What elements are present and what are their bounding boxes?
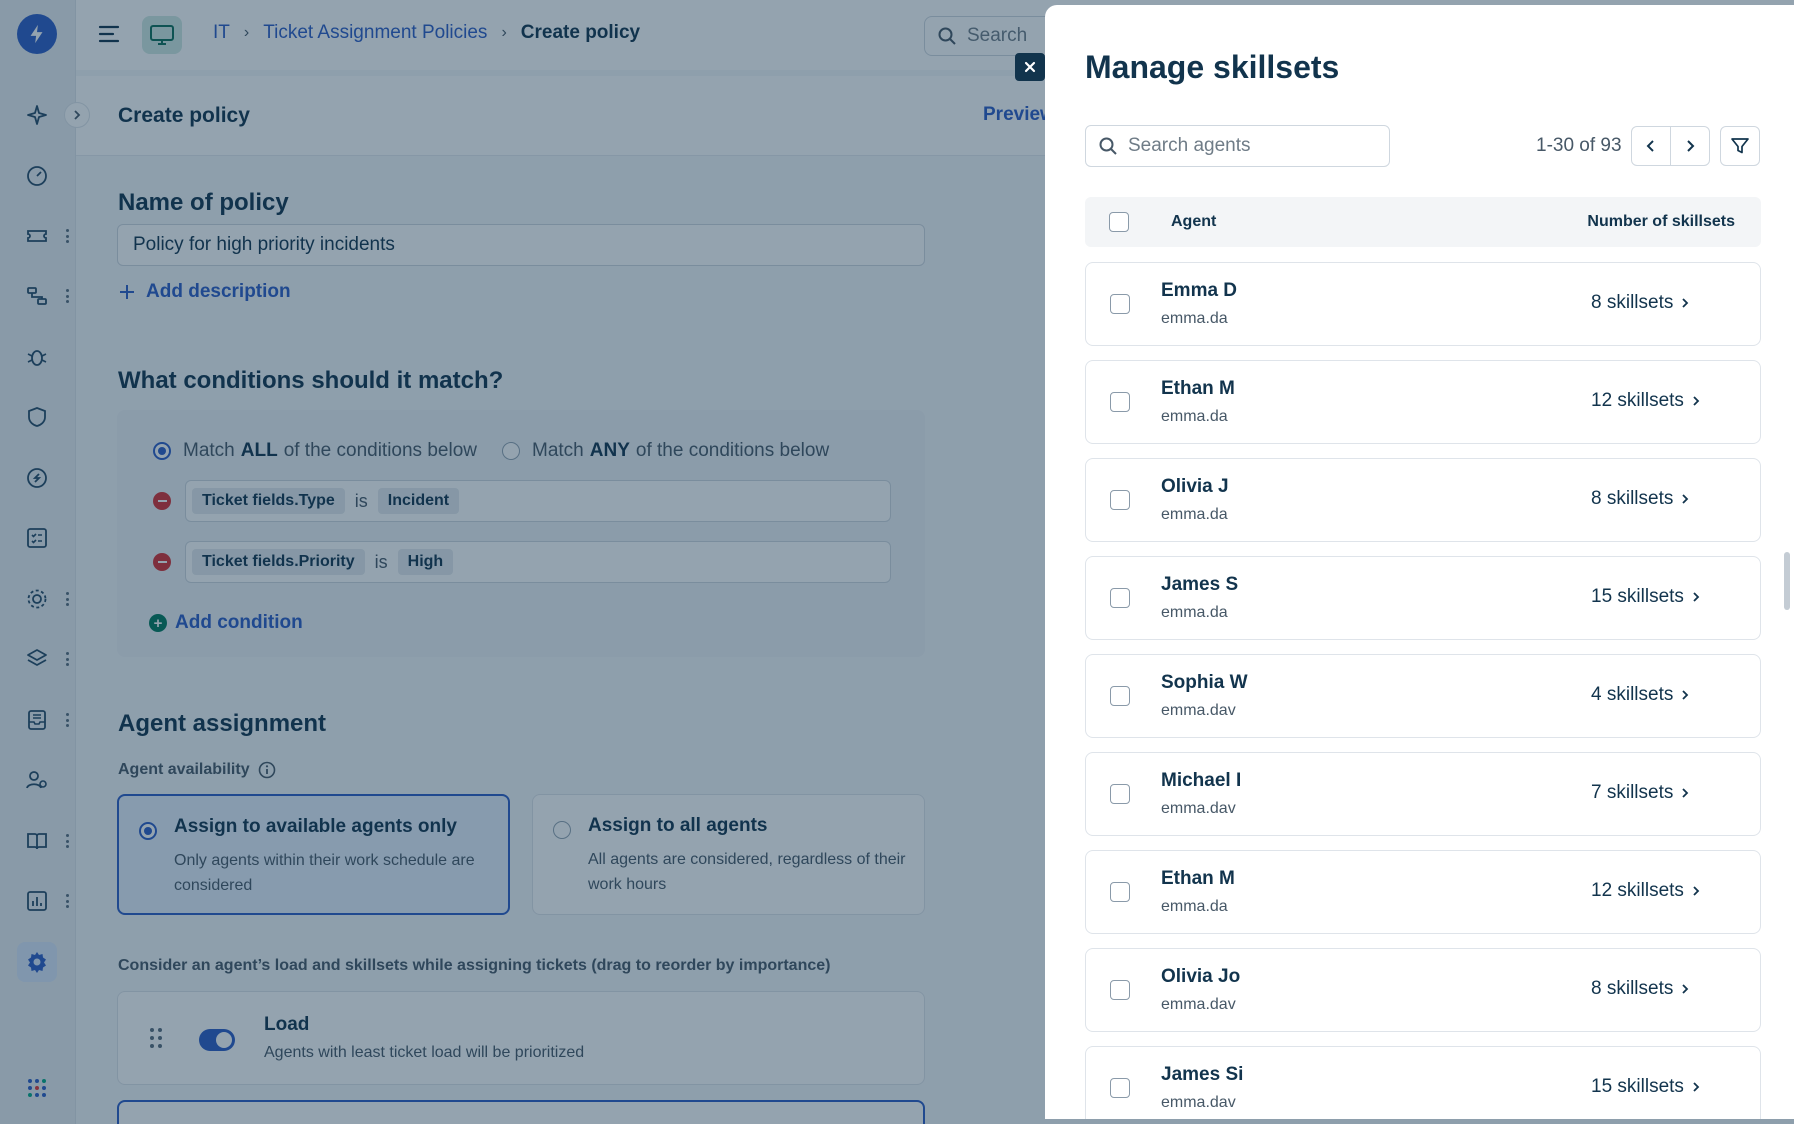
skillsets-link[interactable]: 4 skillsets xyxy=(1591,684,1689,706)
agent-name: James Si xyxy=(1161,1064,1244,1085)
skillsets-link[interactable]: 15 skillsets xyxy=(1591,1076,1700,1098)
table-row: Olivia Jo emma.dav 8 skillsets xyxy=(1085,948,1761,1032)
close-drawer-button[interactable] xyxy=(1015,53,1045,81)
skillsets-link[interactable]: 8 skillsets xyxy=(1591,292,1689,314)
skillsets-count: 15 skillsets xyxy=(1591,586,1684,607)
table-row: Olivia J emma.da 8 skillsets xyxy=(1085,458,1761,542)
agent-search-input[interactable] xyxy=(1128,135,1368,157)
select-all-checkbox[interactable] xyxy=(1109,212,1129,232)
agent-name: James S xyxy=(1161,574,1239,595)
row-checkbox[interactable] xyxy=(1110,882,1130,902)
chevron-right-icon xyxy=(1682,690,1689,700)
agent-name: Sophia W xyxy=(1161,672,1248,693)
table-row: James Si emma.dav 15 skillsets xyxy=(1085,1046,1761,1119)
manage-skillsets-drawer: Manage skillsets 1-30 of 93 Agent Number… xyxy=(1045,5,1794,1119)
agent-email: emma.da xyxy=(1161,506,1228,523)
skillsets-count: 8 skillsets xyxy=(1591,292,1674,313)
skillsets-count: 8 skillsets xyxy=(1591,488,1674,509)
table-row: James S emma.da 15 skillsets xyxy=(1085,556,1761,640)
chevron-left-icon xyxy=(1646,140,1654,152)
drawer-title: Manage skillsets xyxy=(1085,49,1340,85)
row-checkbox[interactable] xyxy=(1110,588,1130,608)
agent-name: Olivia J xyxy=(1161,476,1229,497)
agent-list: Emma D emma.da 8 skillsets Ethan M emma.… xyxy=(1085,262,1761,1119)
row-checkbox[interactable] xyxy=(1110,490,1130,510)
chevron-right-icon xyxy=(1682,494,1689,504)
agent-email: emma.da xyxy=(1161,408,1228,425)
skillsets-link[interactable]: 15 skillsets xyxy=(1591,586,1700,608)
skillsets-count: 4 skillsets xyxy=(1591,684,1674,705)
table-row: Sophia W emma.dav 4 skillsets xyxy=(1085,654,1761,738)
table-row: Ethan M emma.da 12 skillsets xyxy=(1085,850,1761,934)
agent-email: emma.dav xyxy=(1161,996,1236,1013)
agent-name: Michael I xyxy=(1161,770,1242,791)
column-skillset-count: Number of skillsets xyxy=(1587,213,1735,230)
skillsets-count: 12 skillsets xyxy=(1591,390,1684,411)
skillsets-count: 15 skillsets xyxy=(1591,1076,1684,1097)
chevron-right-icon xyxy=(1693,592,1700,602)
skillsets-link[interactable]: 8 skillsets xyxy=(1591,488,1689,510)
skillsets-count: 7 skillsets xyxy=(1591,782,1674,803)
chevron-right-icon xyxy=(1693,1082,1700,1092)
row-checkbox[interactable] xyxy=(1110,1078,1130,1098)
chevron-right-icon xyxy=(1687,140,1695,152)
agent-name: Ethan M xyxy=(1161,868,1235,889)
skillsets-link[interactable]: 12 skillsets xyxy=(1591,880,1700,902)
row-checkbox[interactable] xyxy=(1110,980,1130,1000)
skillsets-link[interactable]: 8 skillsets xyxy=(1591,978,1689,1000)
agent-name: Ethan M xyxy=(1161,378,1235,399)
skillsets-link[interactable]: 12 skillsets xyxy=(1591,390,1700,412)
close-icon xyxy=(1024,61,1036,73)
agent-name: Olivia Jo xyxy=(1161,966,1241,987)
agent-search-field[interactable] xyxy=(1085,125,1390,167)
chevron-right-icon xyxy=(1682,788,1689,798)
agent-name: Emma D xyxy=(1161,280,1238,301)
pagination-count: 1-30 of 93 xyxy=(1536,135,1622,156)
row-checkbox[interactable] xyxy=(1110,686,1130,706)
agent-email: emma.da xyxy=(1161,898,1228,915)
agent-email: emma.dav xyxy=(1161,800,1236,817)
table-row: Ethan M emma.da 12 skillsets xyxy=(1085,360,1761,444)
previous-page-button[interactable] xyxy=(1631,126,1671,166)
table-header: Agent Number of skillsets xyxy=(1085,197,1761,247)
row-checkbox[interactable] xyxy=(1110,784,1130,804)
next-page-button[interactable] xyxy=(1670,126,1710,166)
skillsets-link[interactable]: 7 skillsets xyxy=(1591,782,1689,804)
chevron-right-icon xyxy=(1682,984,1689,994)
table-row: Emma D emma.da 8 skillsets xyxy=(1085,262,1761,346)
skillsets-count: 12 skillsets xyxy=(1591,880,1684,901)
column-agent: Agent xyxy=(1171,213,1217,230)
row-checkbox[interactable] xyxy=(1110,392,1130,412)
chevron-right-icon xyxy=(1693,886,1700,896)
chevron-right-icon xyxy=(1693,396,1700,406)
row-checkbox[interactable] xyxy=(1110,294,1130,314)
table-row: Michael I emma.dav 7 skillsets xyxy=(1085,752,1761,836)
chevron-right-icon xyxy=(1682,298,1689,308)
filter-button[interactable] xyxy=(1720,126,1760,166)
agent-email: emma.da xyxy=(1161,310,1228,327)
filter-icon xyxy=(1731,138,1749,154)
skillsets-count: 8 skillsets xyxy=(1591,978,1674,999)
agent-email: emma.dav xyxy=(1161,702,1236,719)
drawer-scrollbar[interactable] xyxy=(1784,552,1790,610)
agent-email: emma.da xyxy=(1161,604,1228,621)
search-icon xyxy=(1099,137,1117,155)
agent-email: emma.dav xyxy=(1161,1094,1236,1111)
